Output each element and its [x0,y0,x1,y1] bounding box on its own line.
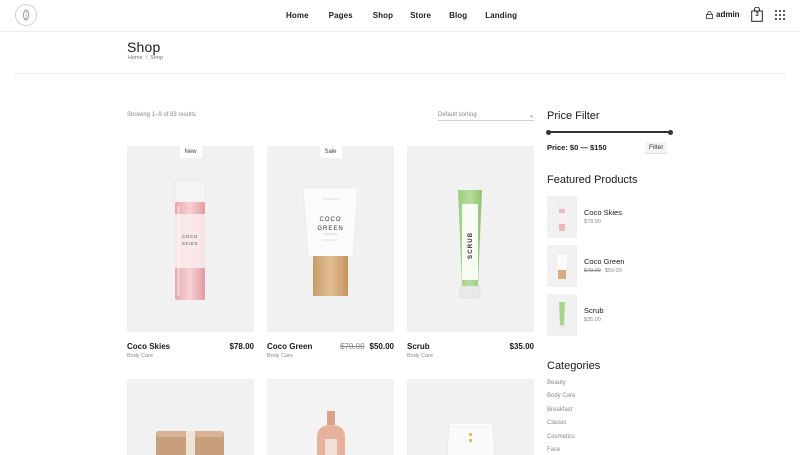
nav-blog[interactable]: Blog [449,11,467,20]
svg-text:SKIES: SKIES [182,241,198,246]
category-link-breakfast[interactable]: Breakfast [547,407,575,420]
product-name[interactable]: Coco Green [267,342,312,351]
white-pouch-image [446,422,496,455]
soap-bar-image [156,431,224,455]
chevron-down-icon: ⌄ [528,112,534,119]
nav-pages[interactable]: Pages [329,11,353,20]
featured-product-item[interactable]: Scrub $35.00 [547,294,677,336]
product-price: $70.00 $50.00 [340,342,394,351]
page-title: Shop [127,39,161,55]
new-badge: New [179,146,202,158]
svg-text:SCRUB: SCRUB [468,232,474,259]
breadcrumb-separator: \ [145,55,148,61]
svg-text:COCO: COCO [182,234,198,239]
menu-grid-icon[interactable] [775,10,785,20]
product-image[interactable] [407,379,534,455]
svg-text:GREEN: GREEN [317,226,343,232]
featured-product-price: $35.00 [584,317,601,323]
price-filter-title: Price Filter [547,110,600,122]
price-slider-min-handle[interactable] [546,129,551,135]
featured-product-thumbnail[interactable] [547,196,577,238]
lock-icon [706,10,713,19]
featured-products-title: Featured Products [547,174,638,186]
nav-landing[interactable]: Landing [485,11,517,20]
product-name[interactable]: Coco Skies [127,342,170,351]
product-name[interactable]: Scrub [407,342,430,351]
featured-product-thumbnail[interactable] [547,245,577,287]
category-link-classic[interactable]: Classic [547,420,575,433]
product-sale-price: $50.00 [369,342,394,351]
featured-product-item[interactable]: Coco Skies $78.00 [547,196,677,238]
results-count: Showing 1–9 of 83 results [127,112,197,118]
cart-count: 3 [755,12,759,18]
price-slider[interactable] [546,129,673,135]
breadcrumb-home[interactable]: Home [128,55,143,61]
pink-bottle-image: COCO SKIES [174,179,206,300]
breadcrumb-current: Shop [150,55,164,61]
product-price: $35.00 [509,342,534,351]
featured-product-sale-price: $50.00 [604,268,622,274]
product-card[interactable] [407,379,534,455]
nav-home[interactable]: Home [286,11,309,20]
featured-product-name[interactable]: Coco Green [584,257,624,266]
product-image[interactable] [267,379,394,455]
sorting-value: Default sorting [438,112,477,118]
pink-bottle-thumb [558,203,566,231]
categories-title: Categories [547,360,601,372]
sale-badge: Sale [319,146,342,158]
featured-product-name[interactable]: Coco Skies [584,208,622,217]
amber-bottle-image [317,411,345,455]
account-username: admin [716,10,740,19]
categories-list: Beauty Body Care Breakfast Classic Cosme… [547,380,575,455]
breadcrumb: Home \ Shop [128,55,163,61]
category-link-beauty[interactable]: Beauty [547,380,575,393]
account-link[interactable]: admin [706,10,740,19]
product-image[interactable]: SCRUB [407,146,534,332]
nav-store[interactable]: Store [410,11,431,20]
product-image[interactable]: New COCO SKIES [127,146,254,332]
white-tube-image: COCO GREEN [302,187,359,296]
price-range-label: Price: $0 — $150 [547,143,607,152]
product-card[interactable]: New COCO SKIES Coco Skies Body Care $78.… [127,146,254,361]
product-old-price: $70.00 [340,342,365,351]
featured-product-price: $70.00 $50.00 [584,268,622,274]
featured-product-old-price: $70.00 [584,268,601,274]
category-link-body-care[interactable]: Body Care [547,393,575,406]
product-image[interactable]: Sale COCO GREEN [267,146,394,332]
nav-shop[interactable]: Shop [373,11,393,20]
green-tube-image: SCRUB [458,190,482,299]
product-card[interactable]: Sale COCO GREEN Coco Green Body Care $70… [267,146,394,361]
site-header: Home Pages Shop Store Blog Landing admin… [0,0,800,32]
svg-text:COCO: COCO [320,217,342,223]
white-tube-thumb [555,253,569,279]
product-card[interactable] [267,379,394,455]
product-category[interactable]: Body Care [127,353,153,359]
product-image[interactable] [127,379,254,455]
category-link-cosmetics[interactable]: Cosmetics [547,434,575,447]
featured-product-name[interactable]: Scrub [584,306,604,315]
category-link-face[interactable]: Face [547,447,575,455]
product-card[interactable]: SCRUB Scrub Body Care $35.00 [407,146,534,361]
site-logo[interactable] [15,4,37,26]
product-price: $78.00 [229,342,254,351]
product-card[interactable] [127,379,254,455]
featured-product-price: $78.00 [584,219,601,225]
sorting-select[interactable]: Default sorting ⌄ [438,110,534,121]
green-tube-thumb [559,302,565,328]
product-category[interactable]: Body Care [407,353,433,359]
leaf-logo-icon [23,9,29,21]
cart-button[interactable]: 3 [751,6,763,22]
featured-product-thumbnail[interactable] [547,294,577,336]
filter-button[interactable]: Filter [645,142,668,154]
main-nav: Home Pages Shop Store Blog Landing [286,0,517,31]
price-slider-max-handle[interactable] [668,129,673,135]
featured-product-item[interactable]: Coco Green $70.00 $50.00 [547,245,677,287]
section-divider [14,73,786,74]
product-category[interactable]: Body Care [267,353,293,359]
